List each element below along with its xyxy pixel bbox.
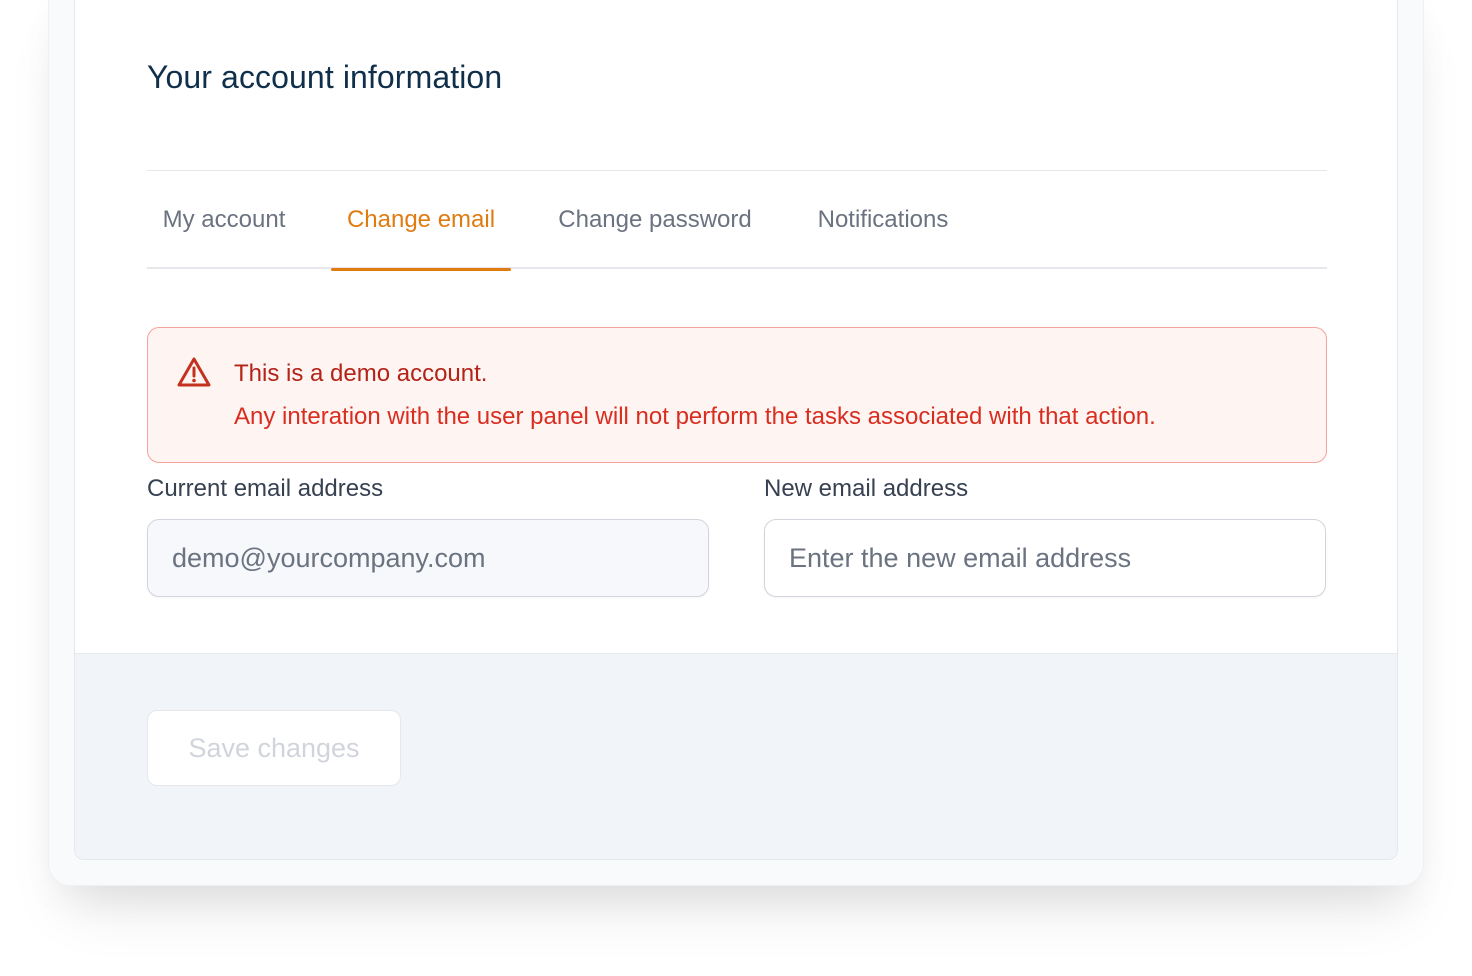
card-footer: Save changes: [75, 653, 1397, 859]
alert-message: Any interation with the user panel will …: [234, 403, 1156, 430]
warning-triangle-icon: [177, 357, 211, 387]
tab-change-email[interactable]: Change email: [331, 171, 511, 271]
new-email-label: New email address: [764, 475, 969, 502]
page-title: Your account information: [147, 59, 503, 95]
tab-notifications[interactable]: Notifications: [799, 171, 967, 269]
demo-alert: This is a demo account. Any interation w…: [147, 327, 1327, 463]
alert-title: This is a demo account.: [234, 360, 488, 387]
save-button[interactable]: Save changes: [147, 710, 401, 786]
new-email-field[interactable]: [764, 519, 1326, 597]
tab-bar: My account Change email Change password …: [147, 171, 1327, 271]
current-email-label: Current email address: [147, 475, 384, 502]
tab-change-password[interactable]: Change password: [539, 171, 771, 269]
tab-my-account[interactable]: My account: [147, 171, 301, 269]
current-email-field[interactable]: [147, 519, 709, 597]
account-card: Your account information My account Chan…: [74, 0, 1398, 860]
